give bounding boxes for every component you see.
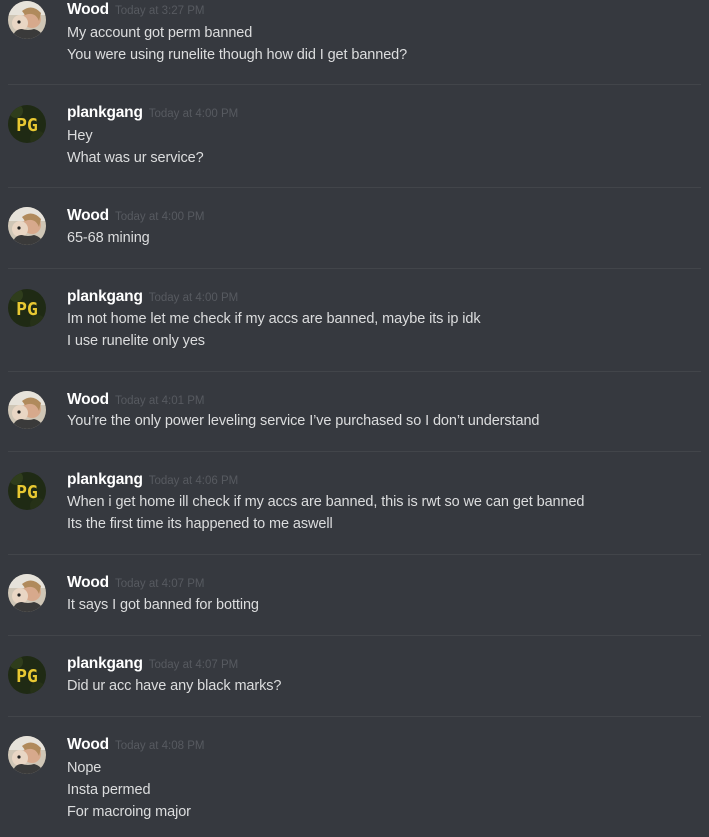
message-text: Its the first time its happened to me as… xyxy=(67,516,333,532)
message-header: Wood Today at 4:01 PM xyxy=(67,391,204,411)
message-divider xyxy=(8,716,701,717)
message-text: My account got perm banned xyxy=(67,25,253,41)
username[interactable]: Wood xyxy=(67,736,109,753)
username[interactable]: plankgang xyxy=(67,104,143,121)
message-divider xyxy=(8,268,701,269)
timestamp: Today at 4:06 PM xyxy=(148,475,239,487)
plankgang-pg-avatar-icon[interactable]: PG xyxy=(8,656,46,694)
message-text: For macroing major xyxy=(67,804,191,820)
message-header: Wood Today at 4:07 PM xyxy=(67,574,204,594)
timestamp: Today at 4:08 PM xyxy=(114,740,205,752)
wood-avatar-icon[interactable] xyxy=(8,736,46,774)
message-divider xyxy=(8,187,701,188)
message-text: You were using runelite though how did I… xyxy=(67,47,408,63)
message-divider xyxy=(8,635,701,636)
username[interactable]: plankgang xyxy=(67,655,143,672)
message-text: You’re the only power leveling service I… xyxy=(67,413,540,429)
message-text: I use runelite only yes xyxy=(67,333,205,349)
message-text: Nope xyxy=(67,760,102,776)
message-header: Wood Today at 4:08 PM xyxy=(67,736,204,756)
message-text: What was ur service? xyxy=(67,150,204,166)
timestamp: Today at 4:00 PM xyxy=(148,108,239,120)
svg-text:PG: PG xyxy=(16,482,38,503)
username[interactable]: Wood xyxy=(67,574,109,591)
timestamp: Today at 3:27 PM xyxy=(114,5,205,17)
message-text: 65-68 mining xyxy=(67,230,150,246)
svg-text:PG: PG xyxy=(16,299,38,320)
username[interactable]: Wood xyxy=(67,207,109,224)
username[interactable]: plankgang xyxy=(67,288,143,305)
username[interactable]: Wood xyxy=(67,1,109,18)
message-divider xyxy=(8,371,701,372)
timestamp: Today at 4:07 PM xyxy=(148,659,239,671)
message-text: Hey xyxy=(67,128,93,144)
plankgang-pg-avatar-icon[interactable]: PG xyxy=(8,105,46,143)
timestamp: Today at 4:01 PM xyxy=(114,395,205,407)
plankgang-pg-avatar-icon[interactable]: PG xyxy=(8,472,46,510)
wood-avatar-icon[interactable] xyxy=(8,574,46,612)
chat-log: Wood Today at 3:27 PM My account got perm… xyxy=(0,0,709,837)
message-header: plankgang Today at 4:00 PM xyxy=(67,104,238,124)
message-text: Insta permed xyxy=(67,782,151,798)
wood-avatar-icon[interactable] xyxy=(8,1,46,39)
plankgang-pg-avatar-icon[interactable]: PG xyxy=(8,289,46,327)
timestamp: Today at 4:07 PM xyxy=(114,578,205,590)
message-divider xyxy=(8,554,701,555)
svg-text:PG: PG xyxy=(16,115,38,136)
message-header: Wood Today at 4:00 PM xyxy=(67,207,204,227)
message-text: It says I got banned for botting xyxy=(67,597,259,613)
timestamp: Today at 4:00 PM xyxy=(148,292,239,304)
message-text: Im not home let me check if my accs are … xyxy=(67,311,481,327)
message-header: plankgang Today at 4:06 PM xyxy=(67,471,238,491)
username[interactable]: plankgang xyxy=(67,471,143,488)
timestamp: Today at 4:00 PM xyxy=(114,211,205,223)
message-text: Did ur acc have any black marks? xyxy=(67,678,282,694)
message-text: When i get home ill check if my accs are… xyxy=(67,494,585,510)
message-divider xyxy=(8,451,701,452)
wood-avatar-icon[interactable] xyxy=(8,207,46,245)
message-header: plankgang Today at 4:00 PM xyxy=(67,288,238,308)
message-divider xyxy=(8,84,701,85)
message-header: Wood Today at 3:27 PM xyxy=(67,1,204,21)
message-header: plankgang Today at 4:07 PM xyxy=(67,655,238,675)
username[interactable]: Wood xyxy=(67,391,109,408)
wood-avatar-icon[interactable] xyxy=(8,391,46,429)
svg-text:PG: PG xyxy=(16,666,38,687)
